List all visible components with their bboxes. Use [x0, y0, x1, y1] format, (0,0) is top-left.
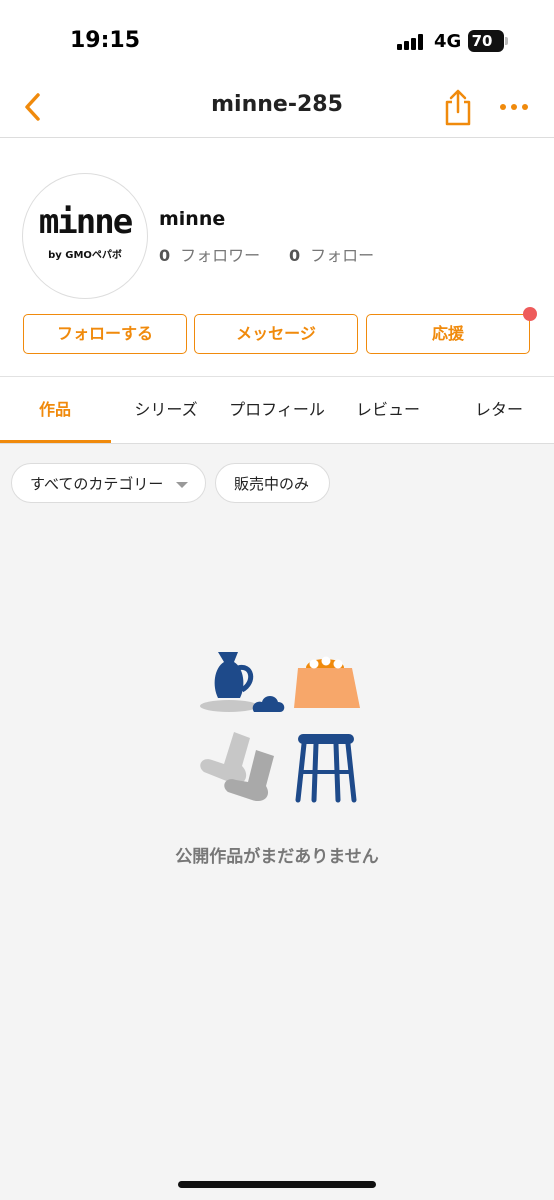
- nav-bar: minne-285: [0, 80, 554, 138]
- minne-logo: minne: [38, 202, 133, 242]
- profile-section: minne by GMOペパボ minne 0 フォロワー 0 フォロー フォローす…: [0, 138, 554, 377]
- cake-icon: [294, 656, 360, 708]
- profile-name: minne: [159, 208, 226, 230]
- tab-profile[interactable]: プロフィール: [222, 377, 332, 443]
- network-type: 4G: [434, 31, 462, 52]
- tab-letters[interactable]: レター: [444, 377, 554, 443]
- signal-icon: [397, 34, 427, 50]
- empty-state-message: 公開作品がまだありません: [175, 847, 379, 867]
- tab-bar: 作品 シリーズ プロフィール レビュー レター: [0, 377, 554, 444]
- logo-subtitle: by GMOペパボ: [48, 250, 122, 261]
- more-icon[interactable]: [496, 94, 532, 120]
- following-label: フォロー: [310, 246, 375, 265]
- status-bar: 19:15 4G 70: [0, 0, 554, 80]
- status-time: 19:15: [70, 28, 141, 53]
- tab-reviews[interactable]: レビュー: [333, 377, 443, 443]
- following-count[interactable]: 0 フォロー: [289, 242, 374, 266]
- support-button[interactable]: 応援: [366, 314, 530, 354]
- battery-icon: 70: [468, 30, 504, 52]
- active-tab-indicator: [0, 440, 111, 443]
- battery-cap: [505, 37, 508, 45]
- followers-label: フォロワー: [180, 246, 261, 265]
- message-button[interactable]: メッセージ: [194, 314, 358, 354]
- notification-badge: [523, 307, 537, 321]
- followers-number: 0: [159, 246, 171, 265]
- avatar: minne by GMOペパボ: [22, 173, 148, 299]
- dropdown-caret-icon: [176, 482, 188, 488]
- category-filter[interactable]: すべてのカテゴリー: [11, 463, 206, 503]
- home-indicator: [178, 1181, 376, 1188]
- socks-icon: [200, 732, 274, 802]
- tab-works[interactable]: 作品: [0, 377, 110, 443]
- plate-icon: [200, 700, 258, 712]
- jug-icon: [214, 652, 254, 698]
- share-icon[interactable]: [440, 88, 476, 128]
- follow-button[interactable]: フォローする: [23, 314, 187, 354]
- on-sale-filter[interactable]: 販売中のみ: [215, 463, 330, 503]
- following-number: 0: [289, 246, 301, 265]
- category-filter-label: すべてのカテゴリー: [30, 475, 164, 493]
- stool-icon: [295, 734, 357, 803]
- followers-count[interactable]: 0 フォロワー: [159, 242, 260, 266]
- cloud-icon: [252, 696, 285, 712]
- tab-series[interactable]: シリーズ: [111, 377, 221, 443]
- empty-state-illustration: [194, 646, 364, 806]
- battery-level: 70: [471, 32, 493, 50]
